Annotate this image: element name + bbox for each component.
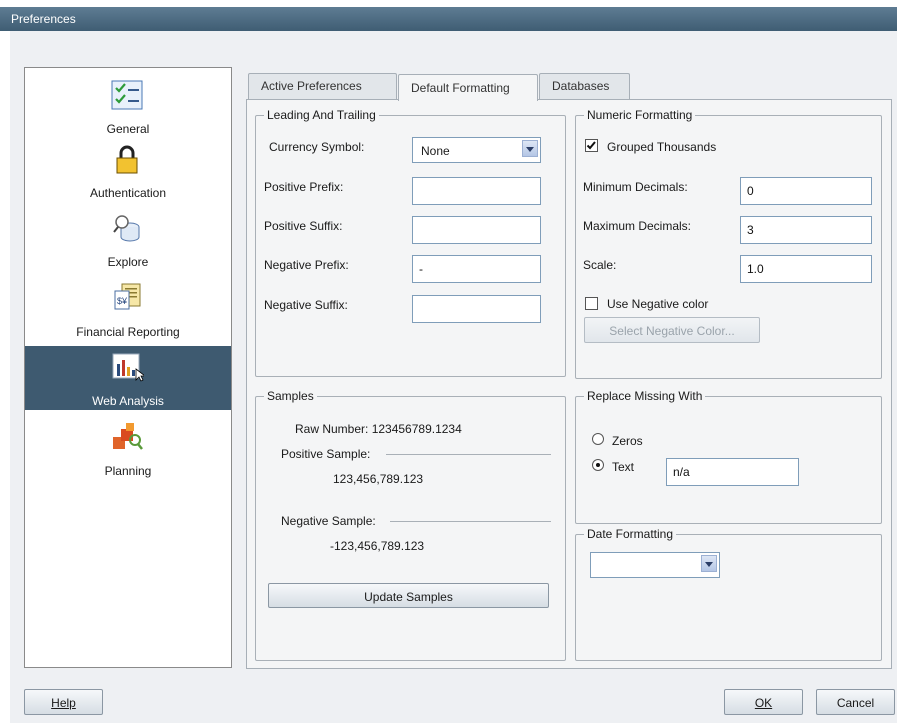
group-title: Leading And Trailing xyxy=(264,108,379,122)
chevron-down-icon[interactable] xyxy=(701,555,717,572)
ok-button-label: OK xyxy=(754,696,773,710)
ok-button[interactable]: OK xyxy=(724,689,803,715)
bar-chart-icon xyxy=(112,353,144,382)
category-web-analysis[interactable]: Web Analysis xyxy=(25,346,231,410)
currency-symbol-label: Currency Symbol: xyxy=(269,140,365,154)
raw-number-text: Raw Number: 123456789.1234 xyxy=(295,422,462,436)
negative-suffix-label: Negative Suffix: xyxy=(264,298,348,312)
maximum-decimals-input[interactable]: 3 xyxy=(740,216,872,244)
positive-sample-value: 123,456,789.123 xyxy=(333,472,424,486)
zeros-label: Zeros xyxy=(612,434,643,448)
positive-sample-label: Positive Sample: xyxy=(281,447,371,461)
grouped-thousands-checkbox[interactable] xyxy=(585,139,598,152)
text-label: Text xyxy=(612,460,635,474)
svg-text:$¥: $¥ xyxy=(117,296,128,306)
scale-input[interactable]: 1.0 xyxy=(740,255,872,283)
positive-suffix-label: Positive Suffix: xyxy=(264,219,343,233)
tab-label: Active Preferences xyxy=(261,79,362,93)
category-label: Explore xyxy=(107,255,149,269)
use-negative-color-checkbox[interactable] xyxy=(585,297,598,310)
padlock-icon xyxy=(116,145,138,174)
group-title: Samples xyxy=(264,389,317,403)
help-button-label: Help xyxy=(51,696,76,710)
window-titlebar: Preferences xyxy=(0,7,897,31)
minimum-decimals-input[interactable]: 0 xyxy=(740,177,872,205)
negative-sample-label: Negative Sample: xyxy=(281,514,376,528)
negative-suffix-input[interactable] xyxy=(412,295,541,323)
category-financial-reporting[interactable]: $¥ Financial Reporting xyxy=(25,277,231,341)
group-title: Date Formatting xyxy=(584,527,677,541)
report-sheet-icon: $¥ xyxy=(114,283,141,310)
tab-default-formatting[interactable]: Default Formatting xyxy=(398,74,538,101)
help-button[interactable]: Help xyxy=(24,689,103,715)
text-radio[interactable] xyxy=(592,459,604,471)
zeros-radio[interactable] xyxy=(592,433,604,445)
checkmark-icon xyxy=(586,141,596,150)
category-label: Planning xyxy=(104,464,152,478)
use-negative-color-label: Use Negative color xyxy=(607,297,709,311)
group-title: Numeric Formatting xyxy=(584,108,696,122)
planning-blocks-icon xyxy=(113,423,143,450)
maximum-decimals-label: Maximum Decimals: xyxy=(583,219,692,233)
cancel-button[interactable]: Cancel xyxy=(816,689,895,715)
positive-prefix-label: Positive Prefix: xyxy=(264,180,344,194)
group-title: Replace Missing With xyxy=(584,389,706,403)
category-general[interactable]: General xyxy=(25,74,231,138)
separator-line xyxy=(386,454,551,455)
positive-suffix-input[interactable] xyxy=(412,216,541,244)
negative-prefix-label: Negative Prefix: xyxy=(264,258,349,272)
negative-sample-value: -123,456,789.123 xyxy=(330,539,425,553)
magnifier-database-icon xyxy=(113,215,140,242)
category-planning[interactable]: Planning xyxy=(25,416,231,480)
category-explore[interactable]: Explore xyxy=(25,207,231,271)
category-label: Authentication xyxy=(89,186,167,200)
select-negative-color-button[interactable]: Select Negative Color... xyxy=(584,317,760,343)
category-label: General xyxy=(106,122,150,136)
tab-active-preferences[interactable]: Active Preferences xyxy=(248,73,397,99)
scale-label: Scale: xyxy=(583,258,617,272)
positive-prefix-input[interactable] xyxy=(412,177,541,205)
currency-symbol-dropdown[interactable]: None xyxy=(412,137,541,163)
missing-text-input[interactable]: n/a xyxy=(666,458,799,486)
category-label: Financial Reporting xyxy=(76,325,180,339)
cancel-button-label: Cancel xyxy=(836,696,875,710)
window-title: Preferences xyxy=(11,12,76,26)
grouped-thousands-label: Grouped Thousands xyxy=(607,140,717,154)
category-list: General Authentication Explore $¥ Financ… xyxy=(24,67,232,668)
currency-symbol-value: None xyxy=(421,144,450,158)
minimum-decimals-label: Minimum Decimals: xyxy=(583,180,688,194)
date-format-dropdown[interactable] xyxy=(590,552,720,578)
category-label: Web Analysis xyxy=(92,394,164,408)
category-authentication[interactable]: Authentication xyxy=(25,138,231,202)
tab-label: Databases xyxy=(552,79,610,93)
negative-prefix-input[interactable]: - xyxy=(412,255,541,283)
tab-label: Default Formatting xyxy=(411,81,510,95)
update-samples-button[interactable]: Update Samples xyxy=(268,583,549,608)
separator-line xyxy=(390,521,551,522)
chevron-down-icon[interactable] xyxy=(522,140,538,157)
tab-databases[interactable]: Databases xyxy=(539,73,630,99)
checklist-icon xyxy=(111,80,143,110)
